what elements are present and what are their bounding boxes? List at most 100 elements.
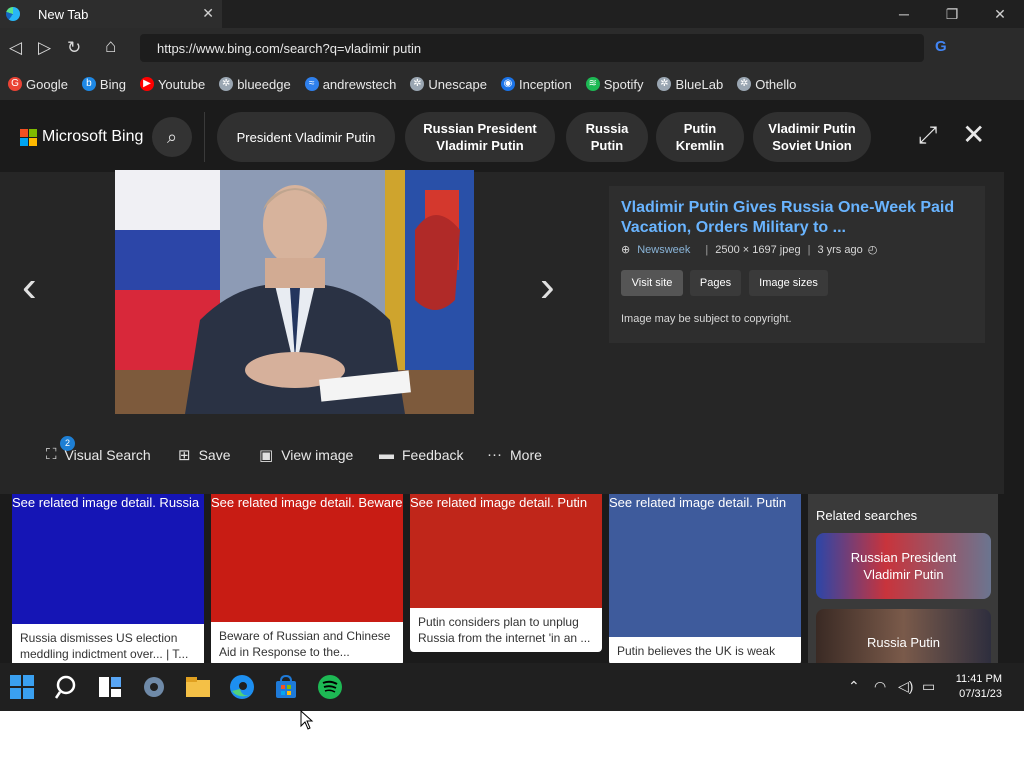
view-image-button[interactable]: ▣ View image [259, 446, 353, 464]
expand-icon[interactable]: ⤢ [918, 122, 937, 150]
volume-icon[interactable]: ◁) [898, 678, 913, 695]
google-extension-icon[interactable]: G [935, 38, 947, 55]
more-icon: ··· [487, 446, 502, 463]
battery-icon[interactable]: ▭ [922, 678, 935, 695]
google-icon: G [8, 77, 22, 91]
address-bar[interactable]: https://www.bing.com/search?q=vladimir p… [140, 34, 924, 62]
browser-tab[interactable]: New Tab ✕ [0, 0, 222, 28]
chip-putin-soviet-union[interactable]: Vladimir Putin Soviet Union [753, 112, 871, 162]
image-sizes-button[interactable]: Image sizes [749, 270, 828, 296]
search-taskbar-icon[interactable] [53, 673, 81, 701]
system-clock[interactable]: 11:41 PM 07/31/23 [956, 672, 1002, 702]
card-caption: Putin considers plan to unplug Russia fr… [418, 615, 591, 645]
spotify-taskbar-icon[interactable] [316, 673, 344, 701]
chip-russia-putin[interactable]: Russia Putin [566, 112, 648, 162]
card-caption: Beware of Russian and Chinese Aid in Res… [219, 629, 391, 659]
card-alt-text: See related image detail. Putin [609, 495, 787, 510]
tab-close-icon[interactable]: ✕ [202, 5, 214, 22]
window-controls: ─ ❐ ✕ [880, 0, 1024, 28]
close-viewer-icon[interactable]: ✕ [962, 118, 985, 151]
card-image-3: See related image detail. Putin [609, 494, 801, 637]
chip-president-vladimir-putin[interactable]: President Vladimir Putin [217, 112, 395, 162]
bookmark-andrewstech[interactable]: ≈ andrewstech [304, 77, 396, 92]
tab-title: New Tab [38, 6, 89, 22]
bookmark-othello[interactable]: ✲ Othello [737, 77, 796, 92]
related-card-0[interactable]: See related image detail. Russia Russia … [12, 494, 204, 668]
related-card-3[interactable]: See related image detail. Putin Putin be… [609, 494, 801, 665]
close-window-icon[interactable]: ✕ [976, 0, 1024, 28]
putin-photo-illustration [115, 170, 474, 414]
refresh-icon[interactable]: ↻ [67, 38, 81, 58]
next-arrow-icon[interactable]: › [540, 262, 555, 312]
gear-icon: ✲ [219, 77, 234, 91]
history-icon: ◴ [867, 244, 878, 256]
image-title-link[interactable]: Vladimir Putin Gives Russia One-Week Pai… [621, 198, 971, 238]
bookmark-unescape[interactable]: ✲ Unescape [410, 77, 487, 92]
forward-icon[interactable]: ▷ [38, 38, 51, 58]
bookmark-spotify[interactable]: ≋ Spotify [585, 77, 643, 92]
related-searches-panel: Related searches Russian President Vladim… [808, 494, 998, 675]
bing-brand[interactable]: Microsoft Bing [42, 128, 143, 146]
restore-icon[interactable]: ❐ [928, 0, 976, 28]
inception-icon: ◉ [500, 77, 515, 91]
microsoft-logo-icon [20, 129, 37, 146]
bookmark-bluelab[interactable]: ✲ BlueLab [657, 77, 723, 92]
show-hidden-icons[interactable]: ⌃ [848, 678, 860, 695]
minimize-icon[interactable]: ─ [880, 0, 928, 28]
bookmark-google[interactable]: G Google [8, 77, 68, 92]
screen: New Tab ✕ ─ ❐ ✕ ◁ ▷ ↻ ⌂ https://www.bing… [0, 0, 1024, 711]
image-size: 2500 × 1697 jpeg [715, 243, 801, 256]
previous-arrow-icon[interactable]: ‹ [22, 262, 37, 312]
edge-icon [6, 7, 20, 21]
youtube-icon: ▶ [139, 77, 154, 91]
task-view-icon[interactable] [96, 673, 124, 701]
bookmark-youtube[interactable]: ▶ Youtube [139, 77, 205, 92]
visual-search-button[interactable]: ⛶ Visual Search [46, 446, 151, 463]
chip-putin-kremlin[interactable]: Putin Kremlin [656, 112, 744, 162]
navigation-bar: ◁ ▷ ↻ ⌂ https://www.bing.com/search?q=vl… [0, 28, 1024, 68]
chip-russian-president[interactable]: Russian President Vladimir Putin [405, 112, 555, 162]
store-icon[interactable] [272, 673, 300, 701]
bookmark-blueedge[interactable]: ✲ blueedge [219, 77, 291, 92]
card-caption: Putin believes the UK is weak [617, 644, 776, 658]
related-card-1[interactable]: See related image detail. Beware Beware … [211, 494, 403, 666]
related-search-russian-president[interactable]: Russian President Vladimir Putin [816, 533, 991, 599]
visit-site-button[interactable]: Visit site [621, 270, 683, 296]
edge-taskbar-icon[interactable] [228, 673, 256, 701]
image-actions: ⛶ Visual Search ⊞ Save ▣ View image ▬ Feedba… [0, 440, 1004, 474]
more-button[interactable]: ··· More [487, 446, 542, 463]
related-card-2[interactable]: See related image detail. Putin Putin co… [410, 494, 602, 652]
title-bar: New Tab ✕ ─ ❐ ✕ [0, 0, 1024, 28]
save-button[interactable]: ⊞ Save [178, 446, 231, 464]
header-divider [204, 112, 205, 162]
bookmark-bing[interactable]: b Bing [81, 77, 126, 92]
source-globe-icon: ⊕ [621, 244, 631, 256]
pages-button[interactable]: Pages [690, 270, 741, 296]
feedback-button[interactable]: ▬ Feedback [379, 446, 463, 463]
bookmarks-bar: G Google b Bing ▶ Youtube ✲ blueedge ≈ andrewstec… [0, 68, 1024, 100]
search-icon[interactable]: ⌕ [152, 117, 192, 157]
bookmark-inception[interactable]: ◉ Inception [500, 77, 572, 92]
image-meta: ⊕ Newsweek | 2500 × 1697 jpeg | 3 yrs ag… [621, 243, 878, 257]
home-icon[interactable]: ⌂ [105, 36, 116, 58]
image-source[interactable]: Newsweek [637, 244, 690, 256]
save-icon: ⊞ [178, 447, 191, 464]
card-image-0: See related image detail. Russia [12, 494, 204, 624]
wifi-icon[interactable]: ◠ [874, 678, 886, 695]
card-alt-text: See related image detail. Russia [12, 495, 200, 510]
settings-gear-icon[interactable] [140, 673, 168, 701]
card-image-1: See related image detail. Beware [211, 494, 403, 622]
taskbar: ⌃ ◠ ◁) ▭ 11:41 PM 07/31/23 [0, 663, 1024, 711]
windows-start-icon[interactable] [8, 673, 36, 701]
image-info-panel: Vladimir Putin Gives Russia One-Week Pai… [609, 186, 985, 343]
image-age: 3 yrs ago [817, 243, 863, 256]
image-icon: ▣ [259, 447, 274, 464]
file-explorer-icon[interactable] [184, 673, 212, 701]
back-icon[interactable]: ◁ [9, 38, 22, 58]
card-alt-text: See related image detail. Beware [211, 495, 403, 510]
copyright-notice: Image may be subject to copyright. [621, 313, 792, 325]
main-image[interactable] [115, 170, 474, 414]
card-caption: Russia dismisses US election meddling in… [20, 631, 189, 661]
gear-icon: ✲ [737, 77, 752, 91]
related-searches-heading: Related searches [816, 508, 918, 523]
